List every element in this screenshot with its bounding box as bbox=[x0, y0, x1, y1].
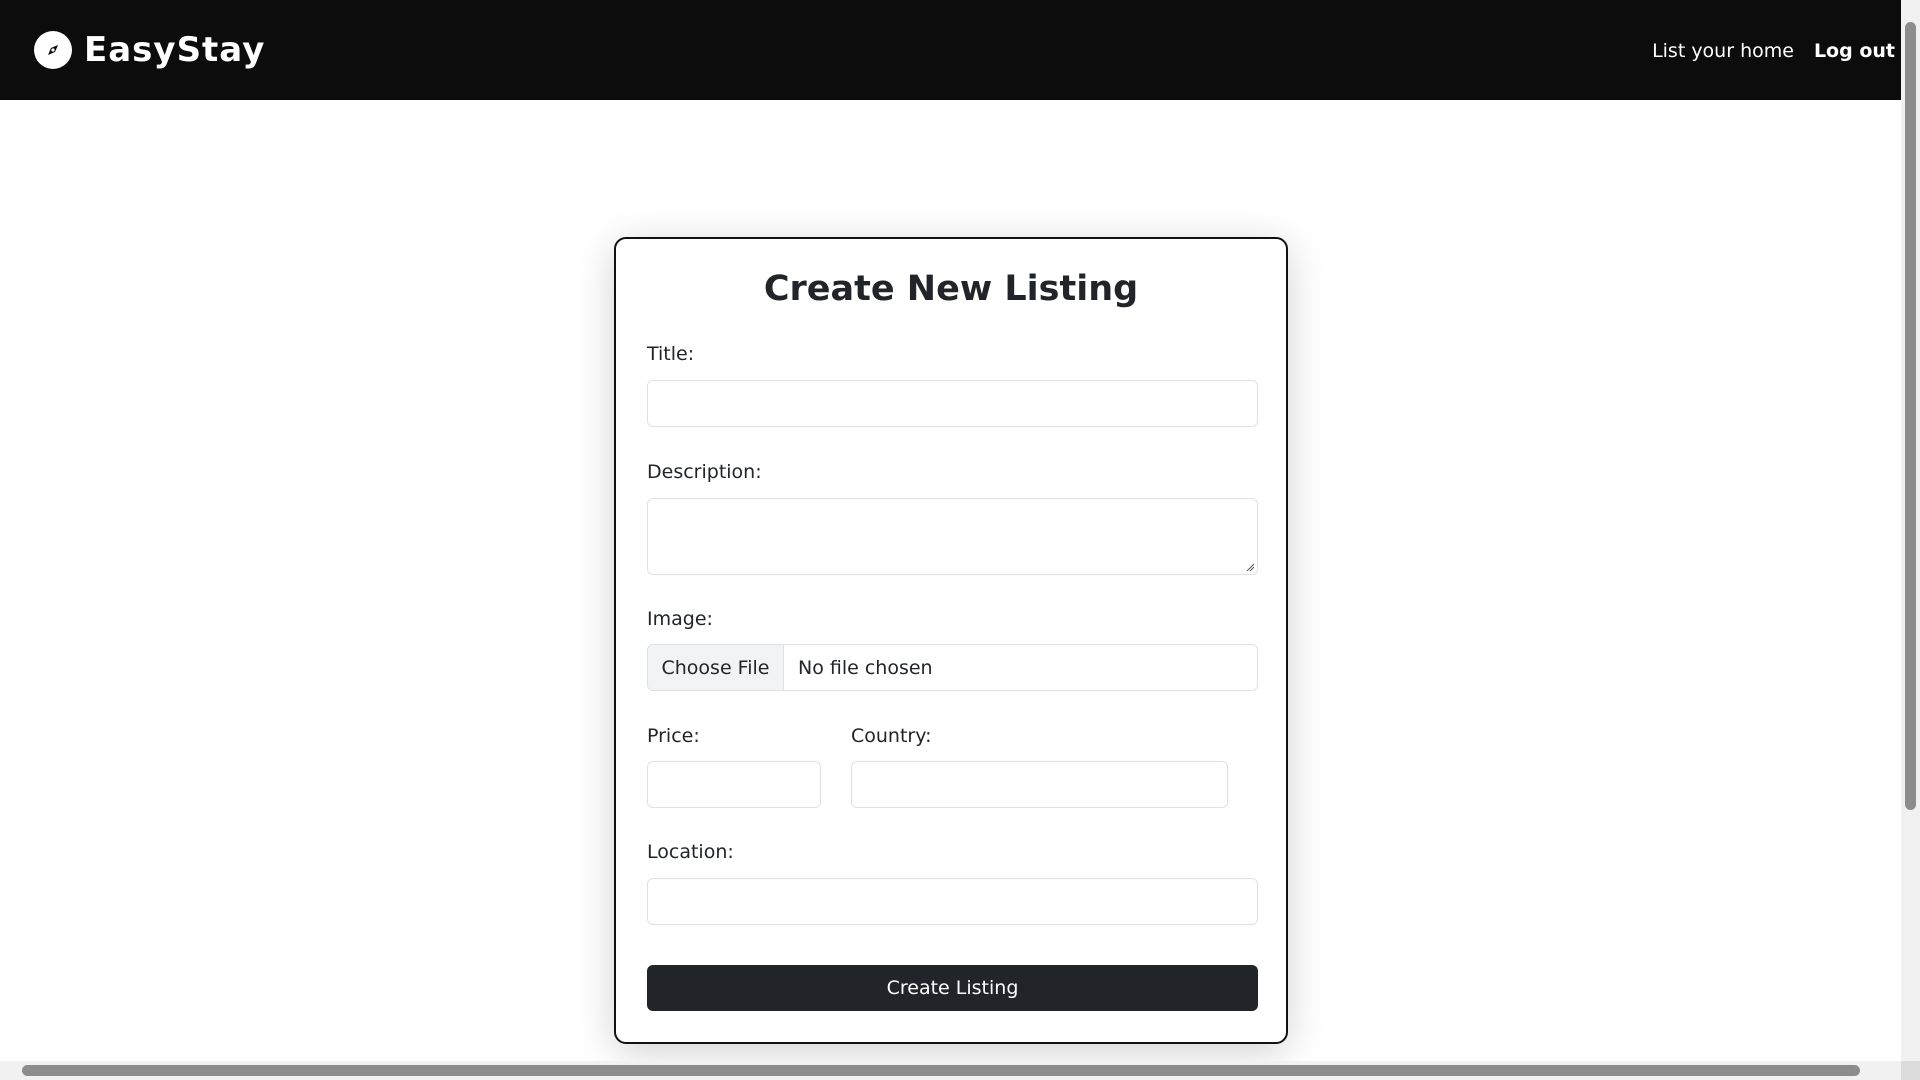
choose-file-button[interactable]: Choose File bbox=[648, 645, 784, 690]
vertical-scrollbar-thumb[interactable] bbox=[1905, 22, 1916, 810]
brand-logo[interactable]: EasyStay bbox=[34, 30, 265, 70]
price-label: Price: bbox=[647, 725, 700, 747]
log-out-link[interactable]: Log out bbox=[1814, 40, 1895, 62]
image-label: Image: bbox=[647, 608, 713, 630]
horizontal-scrollbar-thumb[interactable] bbox=[22, 1065, 1860, 1076]
scrollbar-corner bbox=[1901, 1061, 1920, 1080]
location-input[interactable] bbox=[647, 878, 1258, 925]
country-input[interactable] bbox=[851, 761, 1228, 808]
file-status: No file chosen bbox=[798, 656, 933, 679]
form-heading: Create New Listing bbox=[763, 269, 1139, 309]
list-your-home-link[interactable]: List your home bbox=[1652, 40, 1794, 62]
country-label: Country: bbox=[851, 725, 932, 747]
resize-handle-icon[interactable] bbox=[1246, 563, 1254, 571]
page: EasyStay List your home Log out Create N… bbox=[0, 0, 1901, 1061]
navbar: EasyStay List your home Log out bbox=[0, 0, 1901, 100]
brand-name: EasyStay bbox=[84, 30, 266, 70]
horizontal-scrollbar[interactable] bbox=[0, 1061, 1901, 1080]
create-listing-form: Create New Listing Title: Description: I… bbox=[614, 237, 1288, 1044]
image-file-input[interactable]: Choose File No file chosen bbox=[647, 644, 1258, 691]
location-label: Location: bbox=[647, 841, 734, 863]
compass-icon bbox=[34, 31, 72, 69]
create-listing-button[interactable]: Create Listing bbox=[647, 965, 1258, 1011]
description-textarea[interactable] bbox=[647, 498, 1258, 575]
description-label: Description: bbox=[647, 461, 762, 483]
title-label: Title: bbox=[647, 343, 695, 365]
title-input[interactable] bbox=[647, 380, 1258, 427]
price-input[interactable] bbox=[647, 761, 821, 808]
nav-links: List your home Log out bbox=[1652, 40, 1895, 62]
vertical-scrollbar[interactable] bbox=[1901, 0, 1920, 1061]
